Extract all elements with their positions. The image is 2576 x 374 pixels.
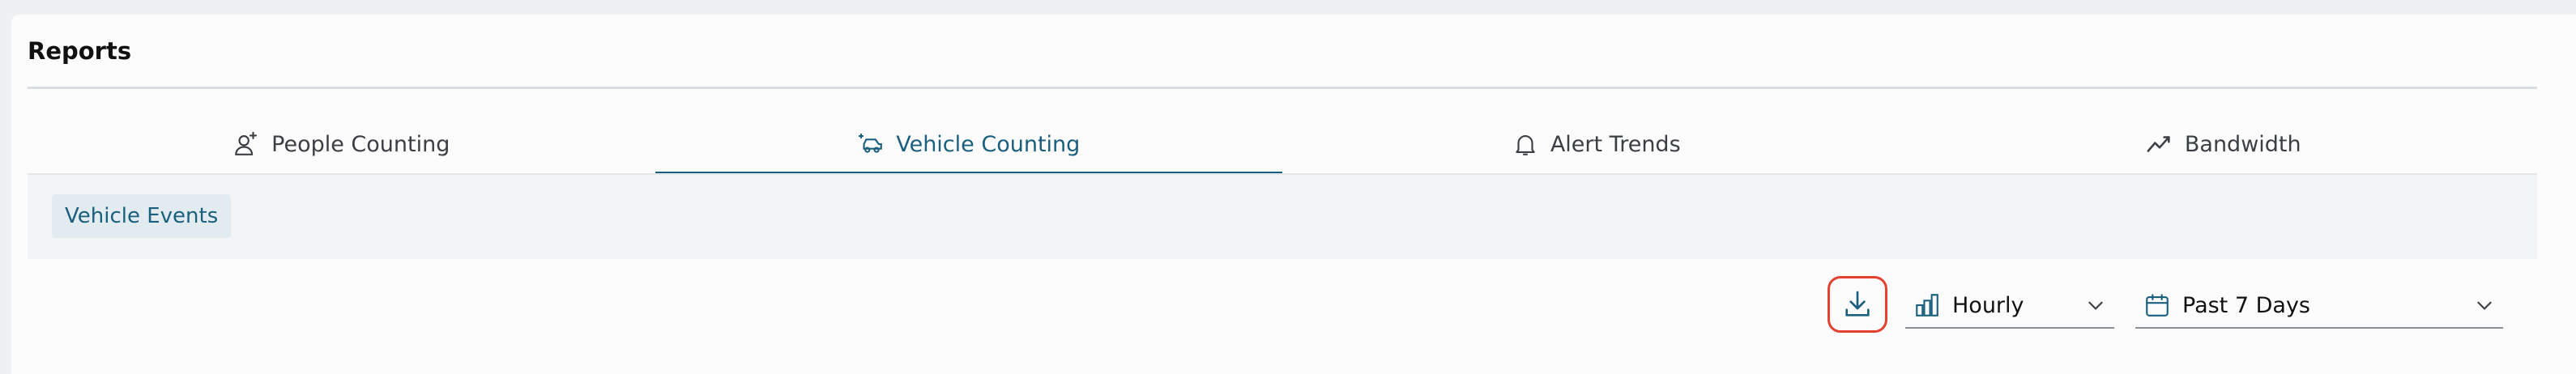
subtab-vehicle-events[interactable]: Vehicle Events [52, 194, 232, 238]
tab-alert-trends[interactable]: Alert Trends [1282, 113, 1910, 175]
person-add-icon [235, 131, 258, 155]
tab-label: Vehicle Counting [896, 131, 1081, 157]
tab-label: People Counting [271, 131, 450, 157]
calendar-icon [2146, 294, 2169, 317]
download-icon [1845, 291, 1870, 317]
tab-label: Bandwidth [2184, 131, 2301, 157]
interval-select[interactable]: Hourly [1905, 283, 2114, 329]
chevron-down-icon [2477, 301, 2492, 310]
vehicle-icon [858, 133, 883, 153]
page-title: Reports [28, 37, 132, 65]
date-range-select[interactable]: Past 7 Days [2135, 283, 2503, 329]
date-range-value: Past 7 Days [2182, 292, 2310, 318]
download-button[interactable] [1828, 276, 1887, 333]
subtab-bar: Vehicle Events [28, 175, 2537, 259]
tab-bandwidth[interactable]: Bandwidth [1910, 113, 2538, 175]
title-divider [28, 87, 2537, 89]
chevron-down-icon [2088, 301, 2103, 310]
interval-value: Hourly [1952, 292, 2024, 318]
report-tabs: People Counting Vehicle Counting Alert T… [28, 113, 2537, 175]
tab-vehicle-counting[interactable]: Vehicle Counting [655, 113, 1283, 175]
tab-label: Alert Trends [1550, 131, 1681, 157]
bar-chart-icon [1916, 294, 1938, 317]
bell-icon [1516, 135, 1535, 155]
tab-people-counting[interactable]: People Counting [28, 113, 655, 175]
trend-line-icon [2147, 136, 2170, 152]
